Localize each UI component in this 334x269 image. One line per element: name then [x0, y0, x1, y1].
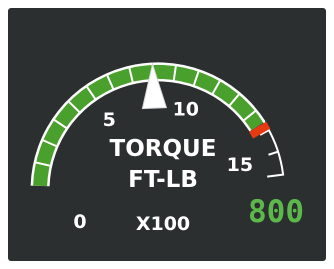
gauge-title-units: FT-LB [128, 167, 198, 193]
torque-gauge: 0 5 10 15 TORQUE FT-LB X100 800 [30, 62, 304, 235]
scale-label-10: 10 [173, 99, 199, 121]
gauge-title-torque: TORQUE [110, 136, 217, 162]
arc-end-cap [267, 173, 285, 178]
digital-readout: 800 [248, 194, 304, 230]
scale-label-0: 0 [73, 211, 86, 233]
scale-tick [268, 150, 279, 156]
gauge-multiplier: X100 [136, 213, 190, 235]
scale-label-5: 5 [103, 109, 116, 131]
scale-label-15: 15 [227, 154, 253, 176]
